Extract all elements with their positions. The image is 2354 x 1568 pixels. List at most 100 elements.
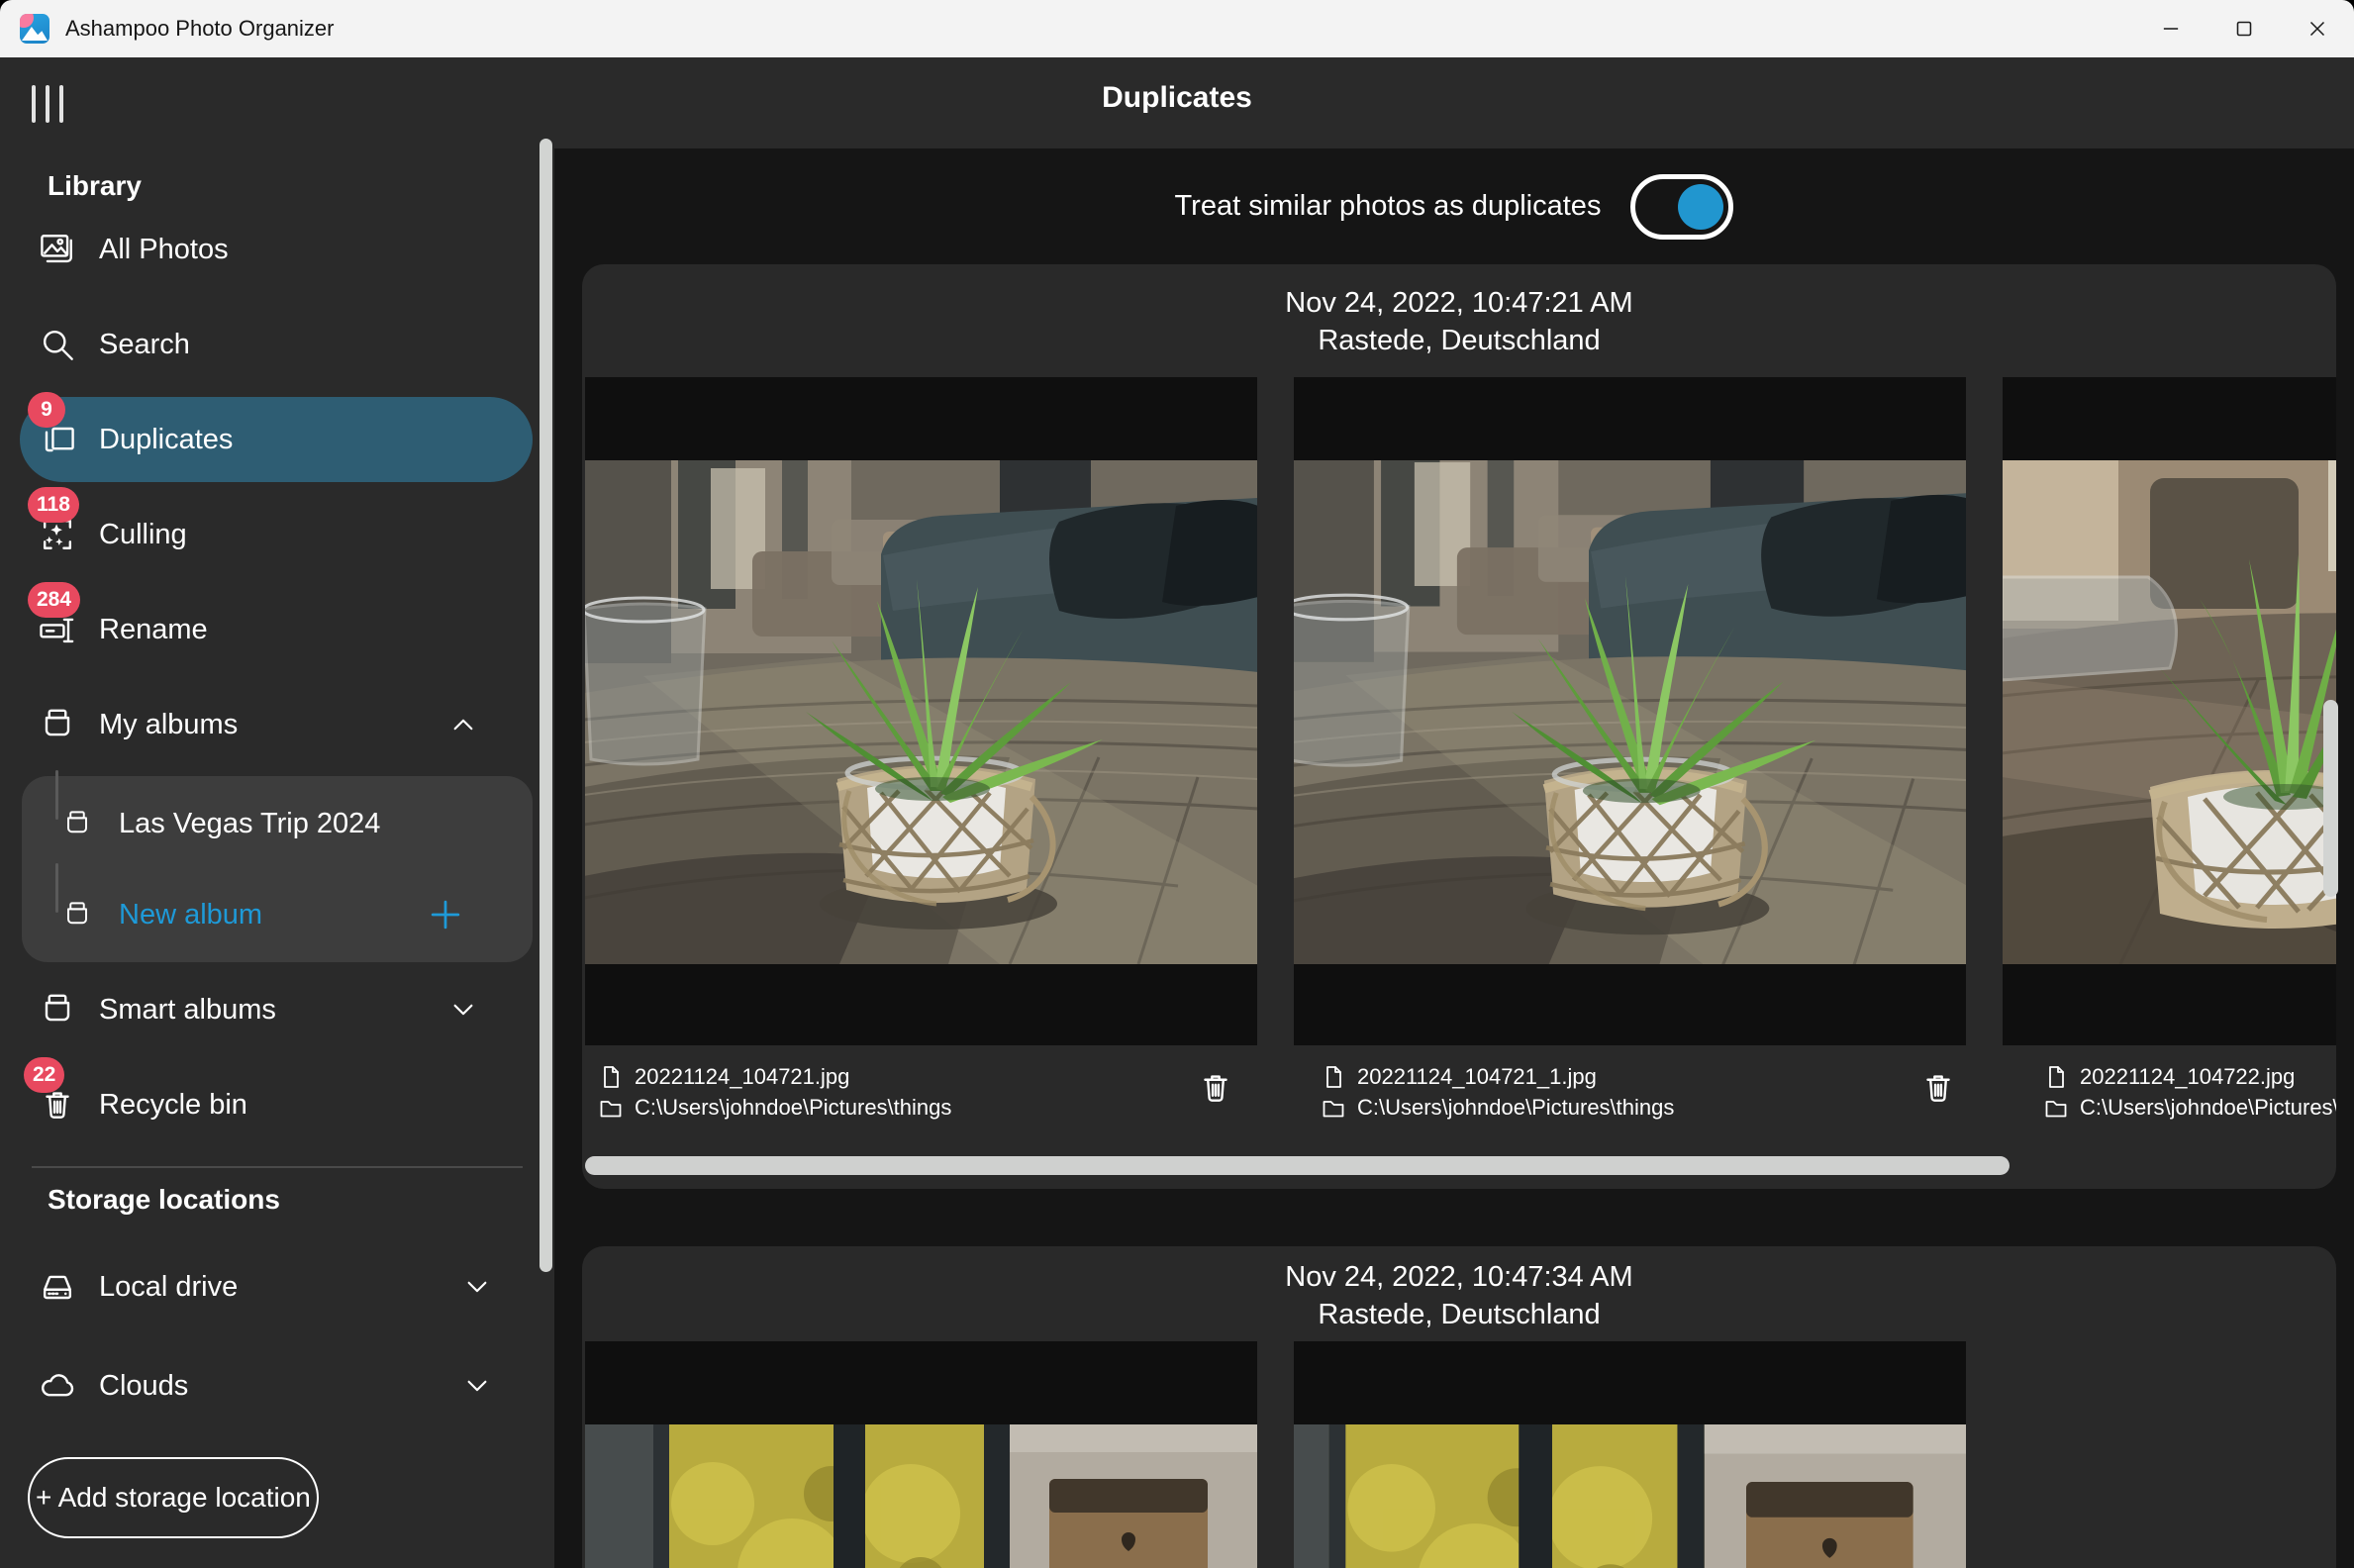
sidebar-item-recycle-bin[interactable]: 22 Recycle bin (0, 1057, 554, 1152)
library-heading: Library (0, 148, 554, 202)
photo-path: C:\Users\johndoe\Pictures\things (2080, 1095, 2336, 1121)
album-icon (36, 703, 79, 746)
minimize-button[interactable] (2134, 0, 2207, 57)
sidebar-item-all-photos[interactable]: All Photos (0, 202, 554, 297)
sidebar-item-new-album[interactable]: New album (22, 869, 533, 960)
file-icon (599, 1065, 623, 1089)
file-icon (2044, 1065, 2068, 1089)
sidebar-divider (32, 1166, 523, 1168)
album-icon (59, 897, 95, 932)
duplicate-group: Nov 24, 2022, 10:47:34 AM Rastede, Deuts… (582, 1246, 2336, 1568)
sidebar-item-label: Rename (99, 614, 208, 646)
rename-count-badge: 284 (28, 582, 80, 618)
sidebar-item-clouds[interactable]: Clouds (0, 1336, 554, 1435)
photo-thumbnail[interactable] (1294, 377, 1966, 1045)
duplicate-group: Nov 24, 2022, 10:47:21 AM Rastede, Deuts… (582, 264, 2336, 1189)
sidebar-scrollbar[interactable] (539, 139, 552, 1272)
sidebar-item-las-vegas-trip[interactable]: Las Vegas Trip 2024 (22, 778, 533, 869)
plus-icon[interactable] (424, 893, 467, 936)
close-button[interactable] (2281, 0, 2354, 57)
toggle-label: Treat similar photos as duplicates (1175, 190, 1602, 223)
sidebar-item-label: Duplicates (99, 424, 233, 456)
maximize-button[interactable] (2207, 0, 2281, 57)
page-title: Duplicates (0, 81, 2354, 115)
living-room-photo (585, 1424, 1257, 1568)
maximize-icon (2231, 16, 2257, 42)
group-date: Nov 24, 2022, 10:47:21 AM (582, 284, 2336, 322)
chevron-down-icon[interactable] (457, 1366, 497, 1406)
selected-highlight (20, 397, 533, 482)
photo-info: 20221124_104721.jpg C:\Users\johndoe\Pic… (585, 1045, 1271, 1142)
photo-filename: 20221124_104721_1.jpg (1357, 1064, 1597, 1090)
plant-photo-crop (2003, 460, 2336, 964)
sidebar-item-label: Recycle bin (99, 1089, 247, 1122)
trash-icon (1916, 1061, 1960, 1115)
group-date: Nov 24, 2022, 10:47:34 AM (582, 1258, 2336, 1296)
sidebar-item-label: Las Vegas Trip 2024 (119, 808, 380, 840)
sidebar-item-label: Search (99, 329, 190, 361)
plant-photo (585, 460, 1257, 964)
photo-path: C:\Users\johndoe\Pictures\things (1357, 1095, 1674, 1121)
living-room-photo-duplicate (1294, 1424, 1966, 1568)
album-icon (36, 988, 79, 1031)
sidebar-item-culling[interactable]: 118 Culling (0, 487, 554, 582)
delete-photo-button[interactable] (1916, 1061, 1960, 1115)
duplicates-count-badge: 9 (28, 392, 65, 428)
photo-thumbnail[interactable] (585, 377, 1257, 1045)
sidebar-item-search[interactable]: Search (0, 297, 554, 392)
search-icon (36, 323, 79, 366)
chevron-down-icon[interactable] (443, 990, 483, 1029)
tree-connector (55, 770, 58, 820)
sidebar-item-label: Clouds (99, 1370, 188, 1403)
toggle-knob (1678, 184, 1723, 230)
sidebar-item-local-drive[interactable]: Local drive (0, 1237, 554, 1336)
similar-duplicates-row: Treat similar photos as duplicates (554, 148, 2354, 264)
sidebar-item-smart-albums[interactable]: Smart albums (0, 962, 554, 1057)
group-header: Nov 24, 2022, 10:47:21 AM Rastede, Deuts… (582, 264, 2336, 359)
photo-thumbnail[interactable] (1294, 1341, 1966, 1568)
similar-duplicates-toggle[interactable] (1630, 174, 1733, 240)
photo-path: C:\Users\johndoe\Pictures\things (635, 1095, 951, 1121)
sidebar-item-my-albums[interactable]: My albums (0, 677, 554, 772)
photo-filename: 20221124_104722.jpg (2080, 1064, 2295, 1090)
app-logo-icon (20, 14, 49, 44)
sidebar: Library All Photos Search 9 Duplicates 1… (0, 148, 554, 1568)
sidebar-item-duplicates[interactable]: 9 Duplicates (0, 392, 554, 487)
close-icon (2305, 16, 2330, 42)
app-header: Duplicates (0, 57, 2354, 148)
trash-icon (1194, 1061, 1237, 1115)
group-location: Rastede, Deutschland (582, 1296, 2336, 1333)
chevron-up-icon[interactable] (443, 705, 483, 744)
main-vertical-scrollbar[interactable] (2323, 700, 2338, 897)
delete-photo-button[interactable] (1194, 1061, 1237, 1115)
photo-thumbnail[interactable] (2003, 377, 2336, 1045)
sidebar-item-label: New album (119, 899, 262, 931)
main-content: Treat similar photos as duplicates Nov 2… (554, 148, 2354, 1568)
chevron-down-icon[interactable] (457, 1267, 497, 1307)
group-header: Nov 24, 2022, 10:47:34 AM Rastede, Deuts… (582, 1246, 2336, 1333)
plant-photo-duplicate (1294, 460, 1966, 964)
file-icon (1322, 1065, 1345, 1089)
storage-heading: Storage locations (0, 1184, 554, 1237)
photo-info: 20221124_104722.jpg C:\Users\johndoe\Pic… (2030, 1045, 2336, 1142)
titlebar: Ashampoo Photo Organizer (0, 0, 2354, 57)
sidebar-item-label: My albums (99, 709, 238, 741)
photo-thumbnail[interactable] (585, 1341, 1257, 1568)
folder-icon (2044, 1096, 2068, 1120)
window-title: Ashampoo Photo Organizer (65, 16, 335, 42)
group-location: Rastede, Deutschland (582, 322, 2336, 359)
sidebar-item-label: Local drive (99, 1271, 238, 1304)
my-albums-subgroup: Las Vegas Trip 2024 New album (22, 776, 533, 962)
group-horizontal-scrollbar[interactable] (585, 1156, 2010, 1175)
tree-connector (55, 863, 58, 913)
drive-icon (36, 1265, 79, 1309)
folder-icon (1322, 1096, 1345, 1120)
sidebar-item-label: Culling (99, 519, 187, 551)
photos-icon (36, 228, 79, 271)
sidebar-item-rename[interactable]: 284 Rename (0, 582, 554, 677)
folder-icon (599, 1096, 623, 1120)
add-storage-location-button[interactable]: + Add storage location (28, 1457, 319, 1538)
recycle-count-badge: 22 (24, 1057, 64, 1093)
sidebar-item-label: All Photos (99, 234, 229, 266)
sidebar-item-label: Smart albums (99, 994, 276, 1027)
